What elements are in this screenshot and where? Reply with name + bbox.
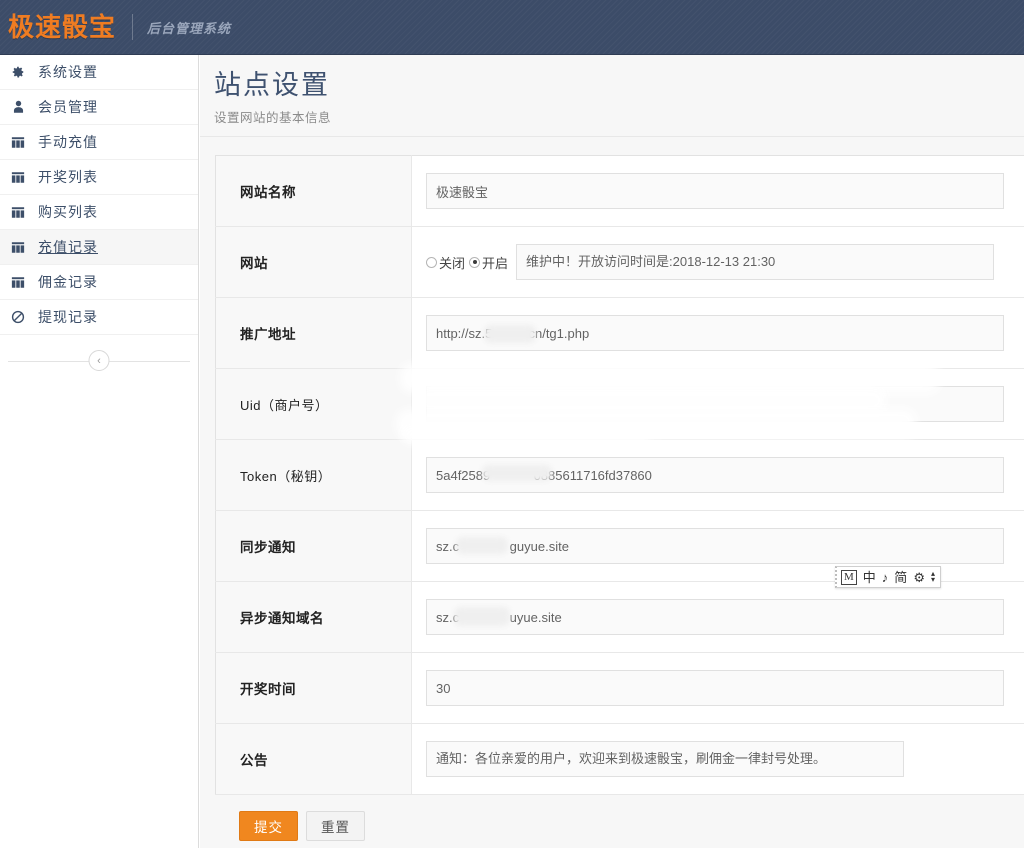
table-row: 网站 关闭 开启 [216, 227, 1024, 298]
site-name-input[interactable] [426, 173, 1004, 209]
settings-form: 网站名称 网站 [200, 137, 1024, 841]
token-secret-input[interactable] [426, 457, 1004, 493]
sidebar-item-label: 系统设置 [38, 62, 98, 82]
radio-off-icon[interactable] [426, 257, 437, 268]
field-cell [412, 156, 1024, 227]
field-cell: 关闭 开启 维护中！开放访问时间是:2018-12-13 21:30 [412, 227, 1024, 298]
field-label: 网站名称 [216, 156, 412, 227]
gear-icon[interactable]: ⚙ [913, 571, 925, 584]
main-content: 站点设置 设置网站的基本信息 网站名称 网站 [200, 55, 1024, 848]
radio-on-icon[interactable] [469, 257, 480, 268]
list-icon [8, 167, 28, 187]
radio-off-label: 关闭 [439, 253, 465, 272]
sidebar-item-label: 提现记录 [38, 307, 98, 327]
ime-script-icon[interactable]: 简 [894, 571, 907, 584]
settings-table: 网站名称 网站 [215, 155, 1024, 795]
field-label: 开奖时间 [216, 653, 412, 724]
field-label: 异步通知域名 [216, 582, 412, 653]
field-label: 网站 [216, 227, 412, 298]
draw-interval-input[interactable] [426, 670, 1004, 706]
sidebar-collapse-area: ‹ [0, 341, 198, 381]
page-title: 站点设置 [214, 69, 1024, 101]
sidebar-item-label: 会员管理 [38, 97, 98, 117]
field-cell: *生成的二维码链接地 [412, 298, 1024, 369]
sidebar-item-member-management[interactable]: 会员管理 [0, 90, 198, 125]
sidebar-item-label: 充值记录 [38, 237, 98, 257]
field-cell: *aysApi商户号uid [412, 369, 1024, 440]
sidebar-item-withdraw-records[interactable]: 提现记录 [0, 300, 198, 335]
page-subtitle: 设置网站的基本信息 [214, 107, 1024, 126]
table-row: 异步通知域名 *aysApi发起的异步域 [216, 582, 1024, 653]
submit-button[interactable]: 提交 [239, 811, 298, 841]
sidebar-item-label: 佣金记录 [38, 272, 98, 292]
admin-page: 极速骰宝 后台管理系统 系统设置 会员管理 手动充值 [0, 0, 1024, 848]
sidebar-item-system-settings[interactable]: 系统设置 [0, 55, 198, 90]
site-status-radio-group: 关闭 开启 [426, 253, 512, 272]
table-row: Uid（商户号） *aysApi商户号uid [216, 369, 1024, 440]
field-label: 公告 [216, 724, 412, 795]
list-icon [8, 272, 28, 292]
ime-toolbar[interactable]: M 中 ♪ 简 ⚙ ▴ ▾ [835, 566, 941, 588]
radio-option-off[interactable]: 关闭 [426, 253, 465, 272]
sidebar-item-purchase-list[interactable]: 购买列表 [0, 195, 198, 230]
field-cell: *aysApi发起的异步域 [412, 582, 1024, 653]
announcement-textarea[interactable]: 通知：各位亲爱的用户，欢迎来到极速骰宝，刷佣金一律封号处理。 [426, 741, 904, 777]
sidebar-item-label: 手动充值 [38, 132, 98, 152]
gear-icon [8, 62, 28, 82]
ban-icon [8, 307, 28, 327]
sidebar-item-label: 购买列表 [38, 202, 98, 222]
promo-url-input[interactable] [426, 315, 1004, 351]
table-row: 公告 通知：各位亲爱的用户，欢迎来到极速骰宝，刷佣金一律封号处理。 *游戏页面滚… [216, 724, 1024, 795]
uid-merchant-input[interactable] [426, 386, 1004, 422]
sidebar-item-recharge-records[interactable]: 充值记录 [0, 230, 198, 265]
field-label: 同步通知 [216, 511, 412, 582]
table-row: 推广地址 *生成的二维码链接地 [216, 298, 1024, 369]
top-header-bar: 极速骰宝 后台管理系统 [0, 0, 1024, 55]
field-label: 推广地址 [216, 298, 412, 369]
maintenance-message-textarea[interactable]: 维护中！开放访问时间是:2018-12-13 21:30 [516, 244, 994, 280]
radio-on-label: 开启 [482, 253, 508, 272]
ime-tone-icon[interactable]: ♪ [882, 571, 889, 584]
brand-divider [132, 14, 133, 40]
ime-mode-icon[interactable]: M [841, 570, 857, 585]
table-row: 网站名称 [216, 156, 1024, 227]
async-notify-domain-input[interactable] [426, 599, 1004, 635]
radio-option-on[interactable]: 开启 [469, 253, 508, 272]
field-cell: *aysApi秘钥Token [412, 440, 1024, 511]
sidebar: 系统设置 会员管理 手动充值 开奖列表 购买列表 [0, 55, 199, 848]
field-label: Token（秘钥） [216, 440, 412, 511]
sidebar-item-draw-list[interactable]: 开奖列表 [0, 160, 198, 195]
field-label: Uid（商户号） [216, 369, 412, 440]
sidebar-item-label: 开奖列表 [38, 167, 98, 187]
ime-more-icon[interactable]: ▴ ▾ [931, 571, 935, 583]
list-icon [8, 202, 28, 222]
table-row: 开奖时间 *开奖时间60秒就填6 [216, 653, 1024, 724]
field-cell: *开奖时间60秒就填6 [412, 653, 1024, 724]
sidebar-item-commission-records[interactable]: 佣金记录 [0, 265, 198, 300]
brand-logo[interactable]: 极速骰宝 [0, 14, 116, 40]
page-header: 站点设置 设置网站的基本信息 [200, 55, 1024, 137]
list-icon [8, 237, 28, 257]
reset-button[interactable]: 重置 [306, 811, 365, 841]
sidebar-item-manual-recharge[interactable]: 手动充值 [0, 125, 198, 160]
table-row: Token（秘钥） *aysApi秘钥Token [216, 440, 1024, 511]
brand-subtitle: 后台管理系统 [147, 18, 231, 37]
list-icon [8, 132, 28, 152]
sync-notify-input[interactable] [426, 528, 1004, 564]
ime-language-icon[interactable]: 中 [863, 571, 876, 584]
field-cell: 通知：各位亲爱的用户，欢迎来到极速骰宝，刷佣金一律封号处理。 *游戏页面滚动公告 [412, 724, 1024, 795]
chevron-left-icon[interactable]: ‹ [89, 350, 110, 371]
form-actions: 提交 重置 [215, 795, 1024, 841]
user-icon [8, 97, 28, 117]
